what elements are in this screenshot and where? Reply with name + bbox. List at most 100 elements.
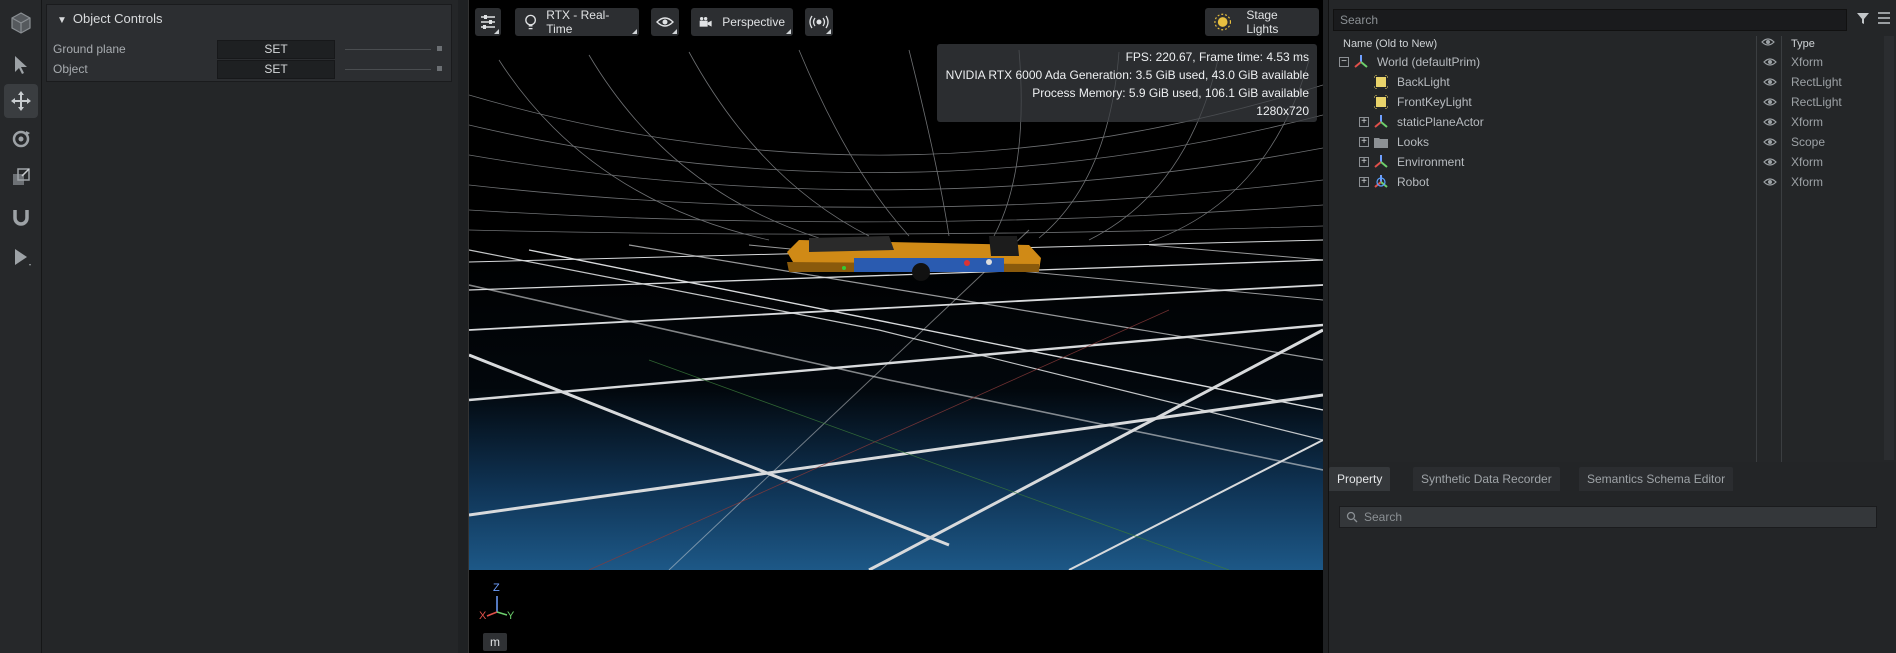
ground-plane-reset-handle[interactable]: [437, 46, 442, 51]
expand-icon[interactable]: +: [1359, 177, 1369, 187]
object-controls-frame: ▼ Object Controls Ground plane SET Object…: [46, 4, 452, 82]
object-controls-title: Object Controls: [72, 11, 163, 26]
stage-tree-row[interactable]: + Robot Xform: [1329, 172, 1896, 192]
collapse-icon[interactable]: −: [1339, 57, 1349, 67]
robot-xform-icon: [1373, 174, 1389, 193]
filter-icon[interactable]: [1855, 10, 1871, 26]
camera-dropdown[interactable]: Perspective: [691, 8, 793, 36]
stage-tree-header: Name (Old to New) Type: [1329, 36, 1896, 52]
expand-icon[interactable]: +: [1359, 117, 1369, 127]
object-reset-handle[interactable]: [437, 66, 442, 71]
visibility-menu-button[interactable]: [651, 8, 679, 36]
sun-icon: [1214, 13, 1232, 31]
object-label: Object: [53, 62, 88, 76]
tab-semantics-schema-editor[interactable]: Semantics Schema Editor: [1579, 467, 1734, 491]
prim-type: Xform: [1791, 55, 1824, 69]
stage-tree-row[interactable]: + Looks Scope: [1329, 132, 1896, 152]
ground-plane-label: Ground plane: [53, 42, 126, 56]
camera-icon: [699, 17, 712, 27]
visibility-eye-icon[interactable]: [1763, 116, 1777, 130]
xform-icon: [1373, 114, 1389, 133]
unit-indicator[interactable]: m: [483, 633, 507, 651]
stage-tree-row[interactable]: FrontKeyLight RectLight: [1329, 92, 1896, 112]
snap-magnet-icon[interactable]: [4, 200, 38, 234]
prim-name: BackLight: [1397, 75, 1450, 89]
rotate-icon[interactable]: [4, 122, 38, 156]
rect-light-icon: [1373, 74, 1389, 93]
gpu-memory-text: NVIDIA RTX 6000 Ada Generation: 3.5 GiB …: [945, 68, 1309, 82]
ground-plane-row: Ground plane SET: [53, 40, 449, 59]
stage-tree-row[interactable]: BackLight RectLight: [1329, 72, 1896, 92]
eye-icon: [656, 17, 674, 27]
camera-label: Perspective: [722, 15, 785, 29]
stage-lights-dropdown[interactable]: Stage Lights: [1205, 8, 1319, 36]
ground-plane-set-button[interactable]: SET: [217, 40, 335, 59]
stage-search-input[interactable]: Search: [1333, 9, 1847, 31]
move-icon[interactable]: [4, 84, 38, 118]
name-column-header[interactable]: Name (Old to New): [1343, 38, 1437, 50]
tab-synthetic-data-recorder[interactable]: Synthetic Data Recorder: [1413, 467, 1560, 491]
scale-icon[interactable]: [4, 160, 38, 194]
prim-type: Xform: [1791, 175, 1824, 189]
broadcast-button[interactable]: [805, 8, 833, 36]
stage-tree-row[interactable]: + Environment Xform: [1329, 152, 1896, 172]
prim-type: Xform: [1791, 115, 1824, 129]
folder-icon: [1373, 134, 1389, 153]
prim-name: World (defaultPrim): [1377, 55, 1481, 69]
viewport-bottom-bar: Z X Y m: [469, 570, 1323, 653]
object-controls-header[interactable]: ▼ Object Controls: [57, 11, 163, 26]
prim-type: RectLight: [1791, 75, 1842, 89]
visibility-column-eye-icon[interactable]: [1761, 37, 1775, 47]
select-arrow-icon[interactable]: [4, 48, 38, 82]
type-column-header[interactable]: Type: [1791, 38, 1815, 50]
play-icon[interactable]: [4, 240, 38, 274]
lightbulb-icon: [525, 14, 537, 30]
object-set-button[interactable]: SET: [217, 60, 335, 79]
viewport-scene[interactable]: RTX - Real-Time Perspective Stage Lights: [468, 0, 1324, 572]
search-icon: [1346, 511, 1358, 523]
expand-icon[interactable]: +: [1359, 137, 1369, 147]
rect-light-icon: [1373, 94, 1389, 113]
left-toolbar: [0, 0, 42, 653]
fps-text: FPS: 220.67, Frame time: 4.53 ms: [1125, 50, 1309, 64]
isaac-sim-window: ▼ Object Controls Ground plane SET Object…: [0, 0, 1896, 653]
property-panel: Property Synthetic Data Recorder Semanti…: [1328, 462, 1896, 653]
object-track: [345, 69, 431, 70]
stage-tree-row[interactable]: + staticPlaneActor Xform: [1329, 112, 1896, 132]
tab-property[interactable]: Property: [1329, 467, 1391, 491]
expand-icon[interactable]: +: [1359, 157, 1369, 167]
prim-type: Scope: [1791, 135, 1826, 149]
prim-name: Robot: [1397, 175, 1430, 189]
stage-scrollbar[interactable]: [1884, 36, 1894, 460]
resolution-text: 1280x720: [1256, 104, 1309, 118]
prim-type: Xform: [1791, 155, 1824, 169]
process-memory-text: Process Memory: 5.9 GiB used, 106.1 GiB …: [1032, 86, 1309, 100]
viewport[interactable]: RTX - Real-Time Perspective Stage Lights: [468, 0, 1324, 653]
ground-plane-track: [345, 49, 431, 50]
cube-stage-icon[interactable]: [4, 6, 38, 40]
renderer-dropdown[interactable]: RTX - Real-Time: [515, 8, 639, 36]
prim-type: RectLight: [1791, 95, 1842, 109]
viewport-settings-button[interactable]: [475, 8, 501, 36]
object-controls-panel: ▼ Object Controls Ground plane SET Object…: [42, 0, 498, 653]
performance-stats-overlay: FPS: 220.67, Frame time: 4.53 ms NVIDIA …: [937, 44, 1317, 122]
visibility-eye-icon[interactable]: [1763, 136, 1777, 150]
visibility-eye-icon[interactable]: [1763, 56, 1777, 70]
xform-icon: [1373, 154, 1389, 173]
property-search-placeholder: Search: [1364, 510, 1403, 524]
sliders-icon: [481, 15, 495, 29]
stage-tree-row[interactable]: − World (defaultPrim) Xform: [1329, 52, 1896, 72]
visibility-eye-icon[interactable]: [1763, 176, 1777, 190]
prim-name: Looks: [1397, 135, 1430, 149]
visibility-eye-icon[interactable]: [1763, 96, 1777, 110]
stage-lights-label: Stage Lights: [1246, 8, 1279, 36]
property-search-input[interactable]: Search: [1339, 506, 1877, 528]
stage-panel: Search Name (Old to New) Type − World (de…: [1328, 0, 1896, 462]
collapse-triangle-icon: ▼: [57, 15, 67, 26]
visibility-eye-icon[interactable]: [1763, 156, 1777, 170]
object-row: Object SET: [53, 60, 449, 79]
prim-name: FrontKeyLight: [1397, 95, 1472, 109]
visibility-eye-icon[interactable]: [1763, 76, 1777, 90]
hamburger-menu-icon[interactable]: [1877, 10, 1891, 26]
axis-gizmo: Z X Y: [477, 582, 517, 626]
